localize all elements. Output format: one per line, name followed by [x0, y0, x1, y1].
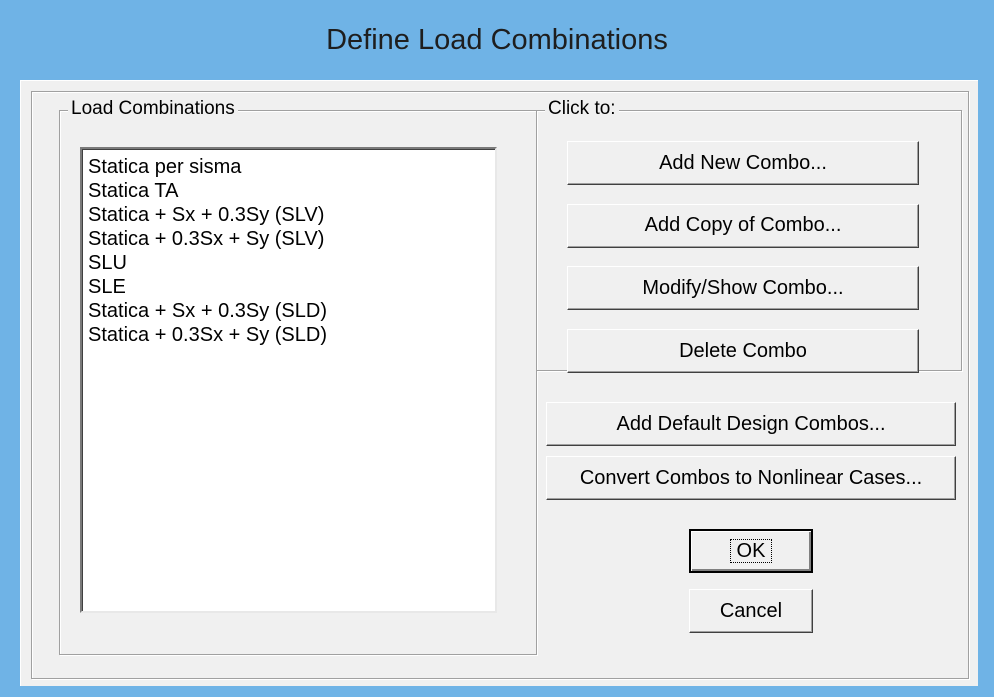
list-item[interactable]: Statica + 0.3Sx + Sy (SLV) — [86, 227, 491, 251]
dialog-client-area: Load Combinations Statica per sisma Stati… — [20, 80, 978, 686]
click-to-group-label: Click to: — [545, 98, 619, 120]
delete-combo-button[interactable]: Delete Combo — [567, 329, 919, 374]
modify-show-combo-button[interactable]: Modify/Show Combo... — [567, 266, 919, 311]
list-item[interactable]: Statica + Sx + 0.3Sy (SLD) — [86, 299, 491, 323]
load-combinations-group-label: Load Combinations — [68, 98, 238, 120]
add-copy-of-combo-button[interactable]: Add Copy of Combo... — [567, 203, 919, 248]
cancel-button[interactable]: Cancel — [689, 589, 813, 633]
load-combinations-list[interactable]: Statica per sisma Statica TA Statica + Sx … — [80, 147, 497, 613]
list-item[interactable]: Statica TA — [86, 179, 491, 203]
list-item[interactable]: SLU — [86, 251, 491, 275]
add-default-design-combos-button[interactable]: Add Default Design Combos... — [546, 402, 956, 446]
list-item[interactable]: Statica + 0.3Sx + Sy (SLD) — [86, 323, 491, 347]
list-item[interactable]: Statica per sisma — [86, 155, 491, 179]
ok-button[interactable]: OK — [689, 529, 813, 573]
add-new-combo-button[interactable]: Add New Combo... — [567, 141, 919, 186]
list-item[interactable]: SLE — [86, 275, 491, 299]
window-title: Define Load Combinations — [326, 23, 668, 56]
list-item[interactable]: Statica + Sx + 0.3Sy (SLV) — [86, 203, 491, 227]
load-combinations-group: Load Combinations Statica per sisma Stati… — [59, 98, 537, 655]
combo-list-items: Statica per sisma Statica TA Statica + Sx … — [86, 155, 491, 347]
convert-combos-to-nonlinear-button[interactable]: Convert Combos to Nonlinear Cases... — [546, 456, 956, 500]
define-load-combinations-dialog: Define Load Combinations Load Combinatio… — [0, 0, 994, 697]
dialog-frame: Load Combinations Statica per sisma Stati… — [31, 91, 969, 679]
click-to-group: Click to: Add New Combo... Add Copy of C… — [536, 98, 962, 374]
ok-button-label: OK — [729, 539, 773, 563]
